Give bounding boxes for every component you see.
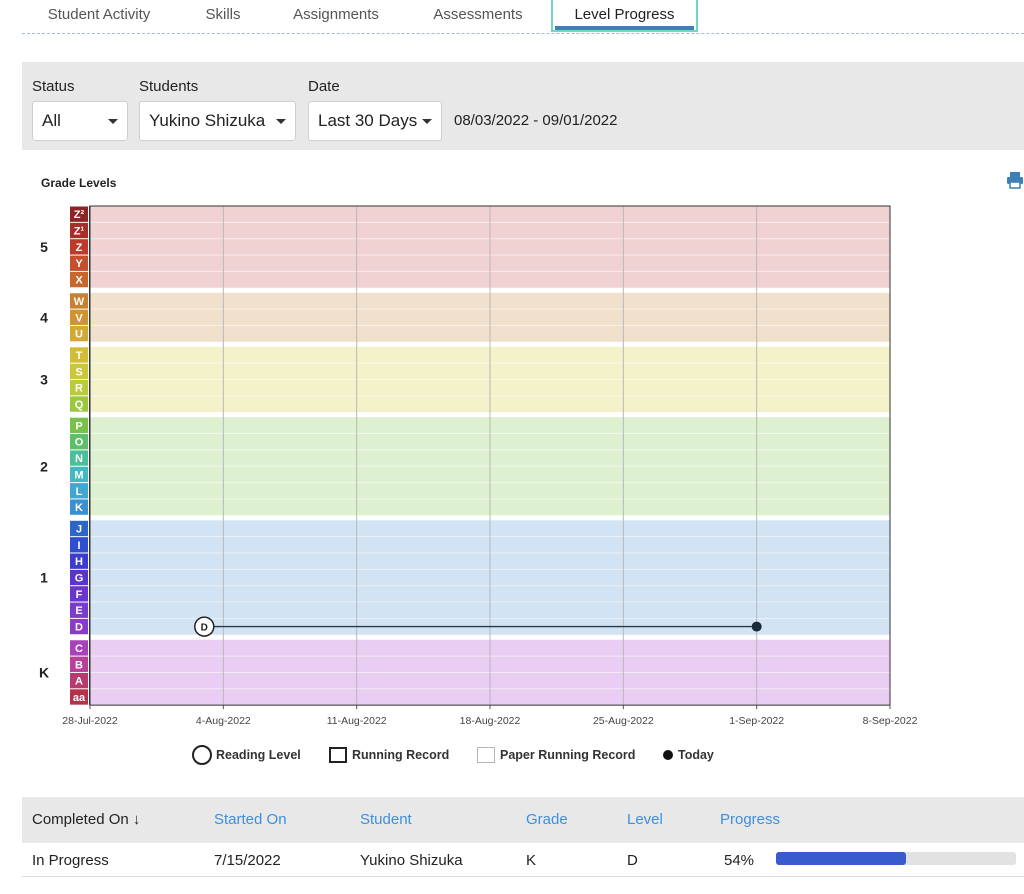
column-level[interactable]: Level: [627, 811, 663, 828]
cell-grade: K: [526, 852, 537, 869]
date-select[interactable]: Last 30 Days: [308, 101, 442, 141]
x-tick-label: 8-Sep-2022: [863, 715, 918, 727]
level-label: A: [75, 676, 83, 688]
legend-reading-level: Reading Level: [192, 744, 301, 766]
grade-levels-chart: 54321KZ²Z¹ZYXWVUTSRQPONMLKJIHGFEDCBAaa28…: [39, 205, 918, 727]
grade-label-1: 1: [40, 570, 48, 586]
level-label: X: [75, 275, 83, 287]
tab-bar: Student Activity Skills Assignments Asse…: [22, 0, 1024, 34]
column-student[interactable]: Student: [360, 811, 412, 828]
tab-assignments[interactable]: Assignments: [278, 0, 394, 32]
legend-label: Today: [678, 748, 714, 762]
level-label: D: [75, 622, 83, 634]
cell-level: D: [627, 852, 638, 869]
level-label: L: [76, 486, 83, 498]
progress-bar: [776, 852, 1016, 865]
level-label: Z²: [74, 209, 85, 221]
level-label: Q: [75, 399, 84, 411]
cell-completed-on: In Progress: [32, 852, 109, 869]
tab-student-activity[interactable]: Student Activity: [22, 0, 176, 32]
x-tick-label: 4-Aug-2022: [196, 715, 251, 727]
column-progress[interactable]: Progress: [720, 811, 780, 828]
level-label: O: [75, 437, 84, 449]
square-icon: [329, 747, 347, 763]
grade-label-4: 4: [40, 309, 48, 325]
level-label: F: [76, 589, 83, 601]
filter-bar: Status All Students Yukino Shizuka Date …: [22, 62, 1024, 150]
level-label: V: [75, 312, 83, 324]
chevron-down-icon: [422, 119, 432, 124]
legend-paper-running-record: Paper Running Record: [477, 744, 635, 766]
chevron-down-icon: [276, 119, 286, 124]
dot-icon: [663, 750, 673, 760]
column-completed-on[interactable]: Completed On ↓: [32, 811, 140, 828]
level-label: W: [74, 296, 85, 308]
grade-label-2: 2: [40, 458, 48, 474]
level-label: H: [75, 556, 83, 568]
x-tick-label: 11-Aug-2022: [327, 715, 387, 727]
level-label: Y: [75, 258, 83, 270]
print-icon[interactable]: [1006, 170, 1024, 190]
tab-level-progress-label: Level Progress: [574, 6, 675, 23]
grade-label-5: 5: [40, 239, 48, 255]
legend-today: Today: [663, 744, 714, 766]
status-select[interactable]: All: [32, 101, 128, 141]
level-label: C: [75, 643, 83, 655]
level-label: E: [75, 605, 82, 617]
level-label: U: [75, 329, 83, 341]
circle-icon: [192, 745, 212, 765]
legend-running-record: Running Record: [329, 744, 449, 766]
x-tick-label: 1-Sep-2022: [729, 715, 784, 727]
table-header: Completed On ↓ Started On Student Grade …: [22, 797, 1024, 843]
reading-level-marker-label: D: [201, 623, 208, 634]
cell-progress-text: 54%: [724, 852, 755, 869]
level-progress-page: Student Activity Skills Assignments Asse…: [0, 0, 1024, 894]
level-label: aa: [73, 692, 86, 704]
level-label: P: [75, 420, 82, 432]
square-outline-icon: [477, 747, 495, 763]
x-tick-label: 25-Aug-2022: [593, 715, 654, 727]
table-row[interactable]: In Progress 7/15/2022 Yukino Shizuka K D…: [22, 843, 1024, 877]
active-tab-indicator: [555, 26, 694, 30]
level-label: T: [76, 350, 83, 362]
level-label: R: [75, 383, 83, 395]
level-label: K: [75, 502, 83, 514]
date-value: Last 30 Days: [318, 111, 418, 130]
level-label: J: [76, 523, 82, 535]
level-label: G: [75, 573, 84, 585]
legend-label: Paper Running Record: [500, 748, 636, 762]
date-range-text: 08/03/2022 - 09/01/2022: [454, 112, 618, 129]
level-label: S: [75, 366, 82, 378]
chart-legend: Reading Level Running Record Paper Runni…: [0, 744, 1024, 768]
legend-label: Reading Level: [216, 748, 301, 762]
chevron-down-icon: [108, 119, 118, 124]
status-label: Status: [32, 78, 75, 95]
tab-skills[interactable]: Skills: [182, 0, 264, 32]
grade-label-3: 3: [40, 372, 48, 388]
students-label: Students: [139, 78, 199, 95]
tab-level-progress[interactable]: Level Progress: [551, 0, 698, 32]
level-label: Z¹: [74, 226, 85, 238]
cell-started-on: 7/15/2022: [214, 852, 281, 869]
tab-assessments[interactable]: Assessments: [418, 0, 538, 32]
legend-label: Running Record: [352, 748, 450, 762]
level-label: B: [75, 659, 83, 671]
status-value: All: [42, 111, 61, 130]
today-marker: [751, 621, 762, 632]
level-label: I: [77, 540, 80, 552]
grade-label-K: K: [39, 664, 49, 680]
level-label: M: [74, 469, 83, 481]
chart-title: Grade Levels: [41, 176, 117, 190]
level-label: N: [75, 453, 83, 465]
x-tick-label: 18-Aug-2022: [460, 715, 521, 727]
column-started-on[interactable]: Started On: [214, 811, 287, 828]
students-select[interactable]: Yukino Shizuka: [139, 101, 296, 141]
x-tick-label: 28-Jul-2022: [62, 715, 118, 727]
cell-student: Yukino Shizuka: [360, 852, 463, 869]
column-grade[interactable]: Grade: [526, 811, 568, 828]
students-value: Yukino Shizuka: [149, 111, 266, 130]
date-label: Date: [308, 78, 340, 95]
level-label: Z: [76, 242, 83, 254]
progress-bar-fill: [776, 852, 906, 865]
